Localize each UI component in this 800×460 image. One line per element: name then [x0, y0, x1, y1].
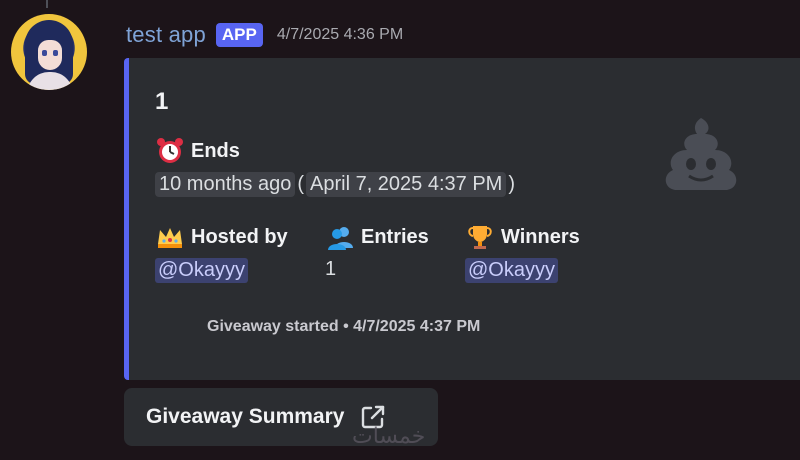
paren-close: ) — [508, 173, 516, 195]
poop-emoji-icon[interactable] — [659, 112, 743, 196]
avatar[interactable] — [11, 14, 87, 90]
hosted-by-field: Hosted by @Okayyy — [155, 222, 288, 283]
message-header: test app APP 4/7/2025 4:36 PM — [126, 20, 403, 50]
embed-title: 1 — [155, 88, 169, 115]
paren-open: ( — [297, 173, 304, 195]
host-mention[interactable]: @Okayyy — [155, 258, 248, 283]
app-badge: APP — [215, 23, 263, 47]
trophy-icon — [468, 226, 492, 249]
ends-relative-time[interactable]: 10 months ago — [155, 172, 296, 197]
previous-message-fragment — [0, 0, 800, 8]
entries-field: Entries 1 — [325, 222, 429, 281]
winners-field: Winners @Okayyy — [465, 222, 580, 283]
hosted-by-label: Hosted by — [191, 225, 288, 248]
giveaway-embed: 1 Ends 10 months ago ( April 7, 2025 4:3… — [124, 58, 800, 380]
alarm-clock-icon — [157, 138, 183, 163]
entries-count: 1 — [325, 258, 337, 280]
busts-icon — [328, 227, 353, 250]
ends-field: Ends 10 months ago ( April 7, 2025 4:37 … — [155, 136, 517, 197]
embed-footer: Giveaway started • 4/7/2025 4:37 PM — [207, 318, 481, 335]
giveaway-summary-label: Giveaway Summary — [146, 405, 345, 428]
winner-mention[interactable]: @Okayyy — [465, 258, 558, 283]
message-timestamp[interactable]: 4/7/2025 4:36 PM — [277, 26, 403, 44]
entries-label: Entries — [361, 225, 429, 248]
username[interactable]: test app — [126, 22, 206, 48]
winners-label: Winners — [501, 225, 580, 248]
watermark: خمسات — [352, 424, 426, 449]
crown-icon — [158, 228, 182, 248]
ends-absolute-time[interactable]: April 7, 2025 4:37 PM — [306, 172, 507, 197]
ends-label: Ends — [191, 139, 240, 162]
thread-line — [46, 0, 48, 8]
